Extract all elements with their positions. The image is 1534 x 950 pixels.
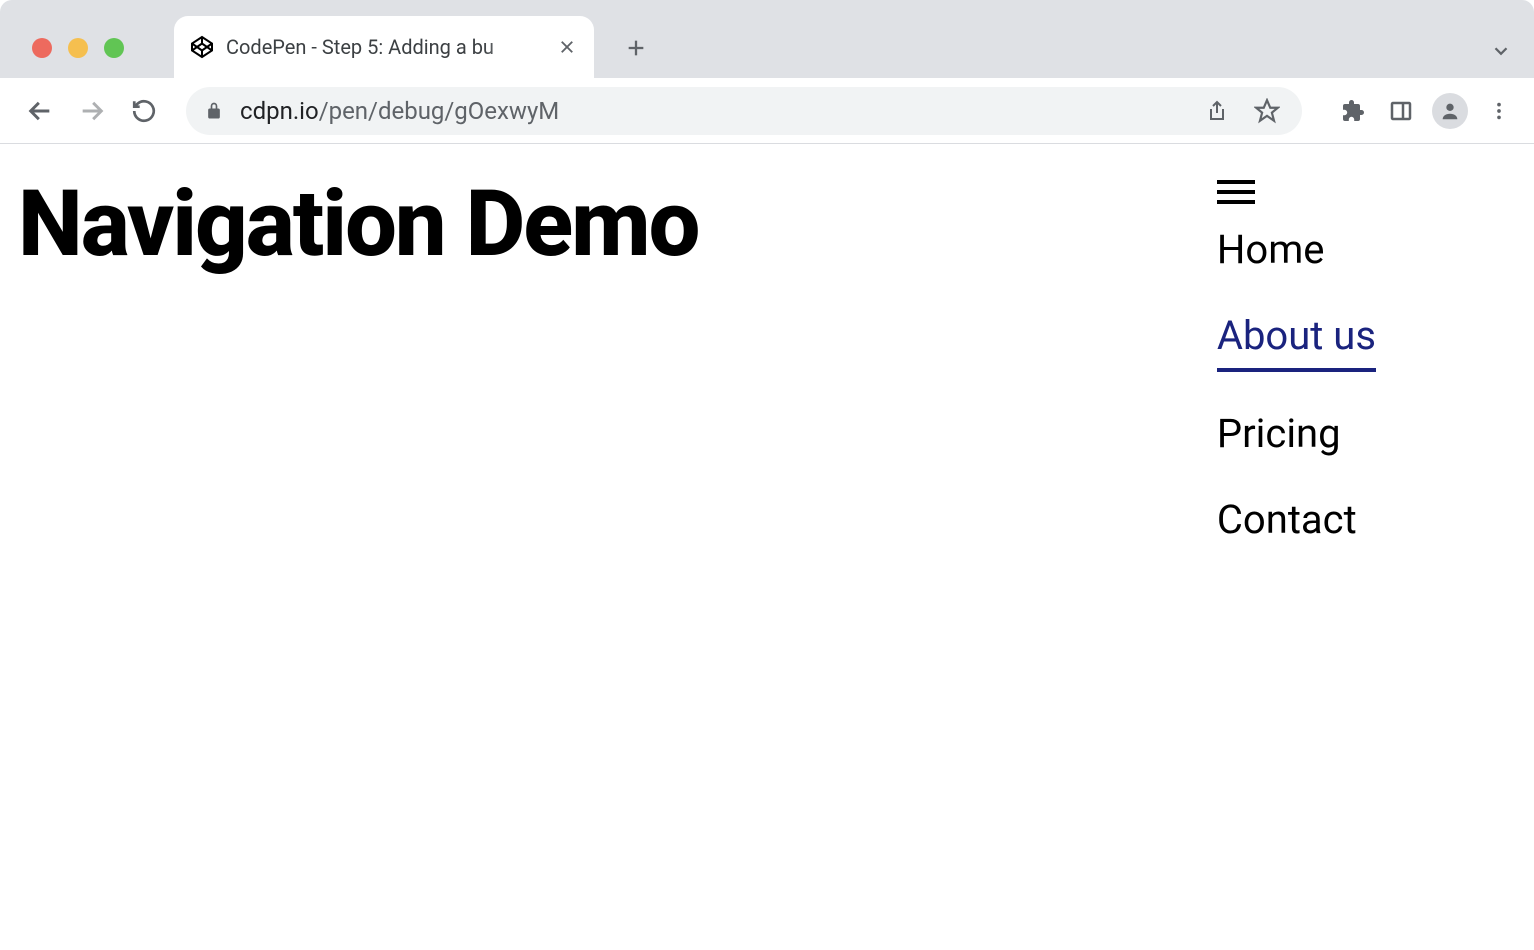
reload-button[interactable]	[122, 89, 166, 133]
window-controls	[32, 38, 124, 58]
tab-title: CodePen - Step 5: Adding a bu	[226, 35, 548, 59]
browser-toolbar: cdpn.io/pen/debug/gOexwyM	[0, 78, 1534, 144]
extensions-icon[interactable]	[1336, 94, 1370, 128]
minimize-window-button[interactable]	[68, 38, 88, 58]
nav-item-contact[interactable]: Contact	[1217, 496, 1376, 544]
close-tab-icon[interactable]	[558, 38, 576, 56]
forward-button[interactable]	[70, 89, 114, 133]
url-path: /pen/debug/gOexwyM	[319, 97, 560, 125]
codepen-favicon-icon	[190, 35, 214, 59]
profile-avatar-icon[interactable]	[1432, 93, 1468, 129]
url-domain: cdpn.io	[240, 97, 319, 125]
address-bar[interactable]: cdpn.io/pen/debug/gOexwyM	[186, 87, 1302, 135]
nav-item-home[interactable]: Home	[1217, 226, 1376, 274]
navigation-menu: Home About us Pricing Contact	[1217, 174, 1516, 544]
lock-icon	[204, 101, 224, 121]
page-viewport: Navigation Demo Home About us Pricing Co…	[0, 144, 1534, 544]
share-icon[interactable]	[1198, 94, 1232, 128]
close-window-button[interactable]	[32, 38, 52, 58]
maximize-window-button[interactable]	[104, 38, 124, 58]
browser-tab[interactable]: CodePen - Step 5: Adding a bu	[174, 16, 594, 78]
side-panel-icon[interactable]	[1384, 94, 1418, 128]
nav-list: Home About us Pricing Contact	[1217, 226, 1376, 544]
nav-item-pricing[interactable]: Pricing	[1217, 410, 1376, 458]
tab-search-dropdown-icon[interactable]	[1490, 40, 1512, 66]
page-heading: Navigation Demo	[18, 174, 698, 275]
new-tab-button[interactable]	[616, 28, 656, 68]
bookmark-star-icon[interactable]	[1250, 94, 1284, 128]
menu-dots-icon[interactable]	[1482, 94, 1516, 128]
hamburger-menu-icon[interactable]	[1217, 180, 1255, 204]
browser-chrome: CodePen - Step 5: Adding a bu	[0, 0, 1534, 144]
nav-item-about[interactable]: About us	[1217, 312, 1376, 372]
back-button[interactable]	[18, 89, 62, 133]
url-text: cdpn.io/pen/debug/gOexwyM	[240, 97, 559, 125]
tab-bar: CodePen - Step 5: Adding a bu	[0, 0, 1534, 78]
